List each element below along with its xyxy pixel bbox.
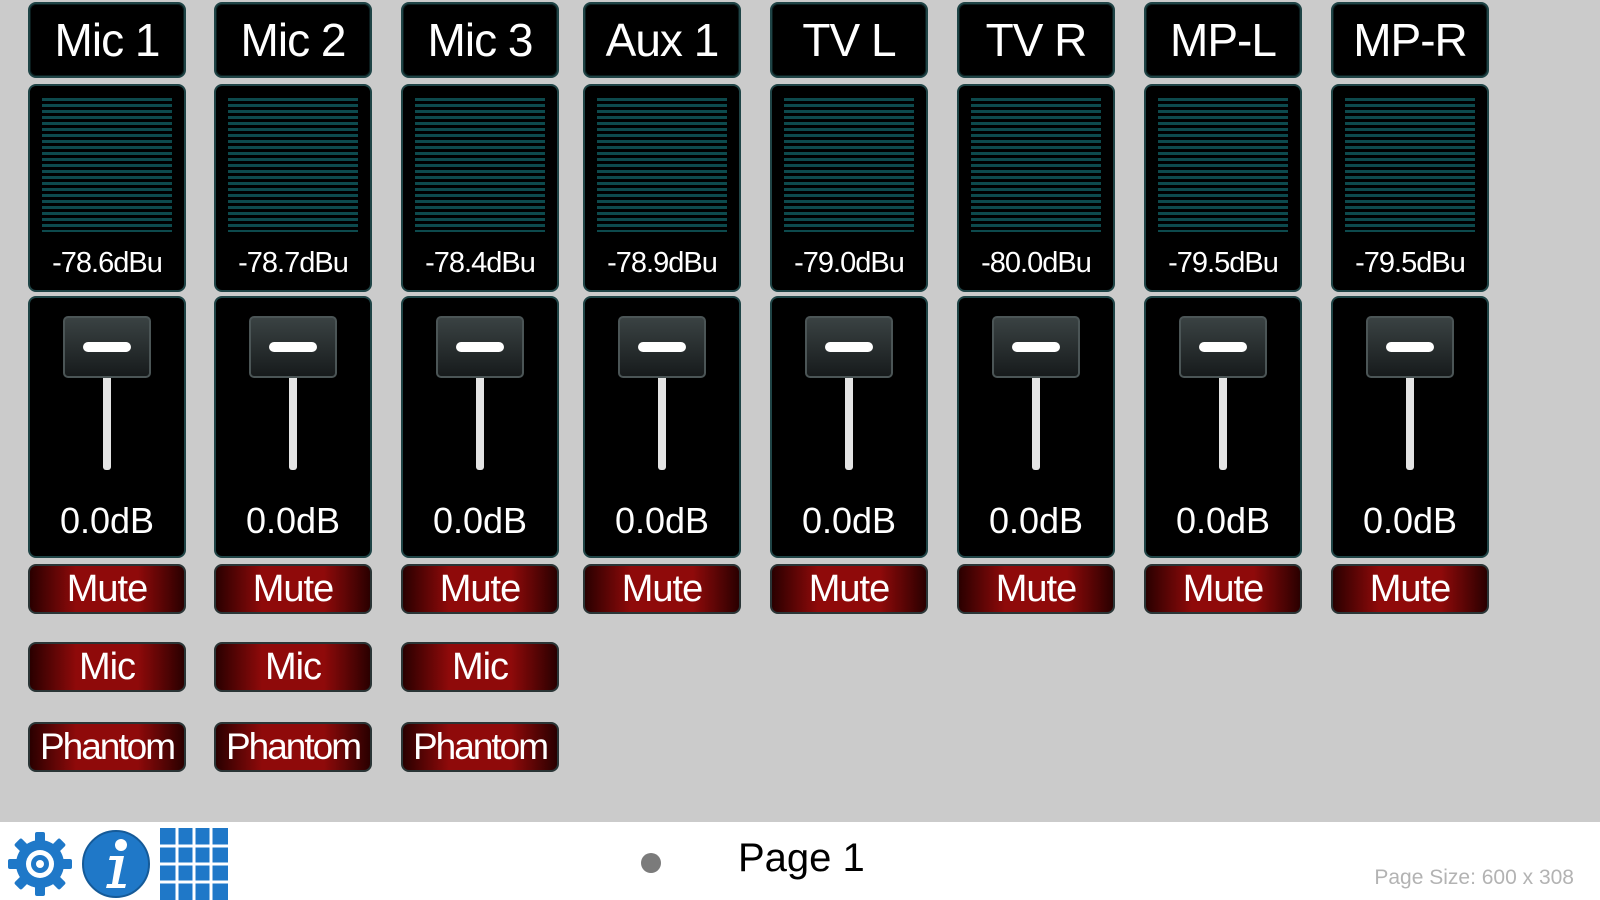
fader-knob[interactable]	[805, 316, 893, 378]
gain-value: 0.0dB	[614, 500, 710, 541]
gain-value: 0.0dB	[988, 500, 1084, 541]
fader-knob[interactable]	[1366, 316, 1454, 378]
gain-fader: 0.0dB	[1331, 296, 1489, 558]
fader-track[interactable]	[476, 368, 484, 470]
meter-bars	[1345, 98, 1475, 232]
mute-button[interactable]: Mute	[1331, 564, 1489, 614]
meter-value: -79.0dBu	[794, 247, 905, 279]
meter-bars	[228, 98, 358, 232]
mute-button[interactable]: Mute	[214, 564, 372, 614]
gain-value: 0.0dB	[1362, 500, 1458, 541]
channel-name: TV L	[770, 2, 928, 78]
meter-bars	[42, 98, 172, 232]
phantom-button[interactable]: Phantom	[401, 722, 559, 772]
meter-value: -79.5dBu	[1168, 247, 1279, 279]
fader-knob[interactable]	[249, 316, 337, 378]
channel-name: MP-R	[1331, 2, 1489, 78]
mixer-panel: Mic 1 -78.6dBu 0.0dB Mute Mic Phantom Mi…	[0, 0, 1600, 822]
meter-bars	[784, 98, 914, 232]
gain-fader: 0.0dB	[214, 296, 372, 558]
level-meter: -78.6dBu	[28, 84, 186, 292]
fader-knob[interactable]	[618, 316, 706, 378]
gain-fader: 0.0dB	[28, 296, 186, 558]
gain-value: 0.0dB	[801, 500, 897, 541]
mic-button[interactable]: Mic	[401, 642, 559, 692]
level-meter: -78.4dBu	[401, 84, 559, 292]
fader-track[interactable]	[1406, 368, 1414, 470]
meter-value: -78.4dBu	[425, 247, 536, 279]
meter-value: -78.9dBu	[607, 247, 718, 279]
fader-knob[interactable]	[436, 316, 524, 378]
meter-value: -78.7dBu	[238, 247, 349, 279]
gain-value: 0.0dB	[1175, 500, 1271, 541]
page-size-label: Page Size: 600 x 308	[1374, 866, 1574, 889]
gain-fader: 0.0dB	[957, 296, 1115, 558]
meter-value: -79.5dBu	[1355, 247, 1466, 279]
phantom-button[interactable]: Phantom	[214, 722, 372, 772]
page-indicator-dot[interactable]	[641, 853, 661, 873]
fader-track[interactable]	[289, 368, 297, 470]
mute-button[interactable]: Mute	[401, 564, 559, 614]
gear-icon[interactable]	[4, 828, 76, 900]
fader-knob[interactable]	[1179, 316, 1267, 378]
gain-fader: 0.0dB	[1144, 296, 1302, 558]
meter-bars	[971, 98, 1101, 232]
meter-bars	[597, 98, 727, 232]
level-meter: -79.5dBu	[1144, 84, 1302, 292]
footer-bar: Page 1 Page Size: 600 x 308	[0, 822, 1600, 900]
channel-name: Aux 1	[583, 2, 741, 78]
gain-fader: 0.0dB	[770, 296, 928, 558]
page-label: Page 1	[738, 836, 865, 880]
mic-button[interactable]: Mic	[214, 642, 372, 692]
fader-track[interactable]	[1219, 368, 1227, 470]
level-meter: -78.7dBu	[214, 84, 372, 292]
mute-button[interactable]: Mute	[583, 564, 741, 614]
level-meter: -80.0dBu	[957, 84, 1115, 292]
meter-value: -80.0dBu	[981, 247, 1092, 279]
mute-button[interactable]: Mute	[28, 564, 186, 614]
fader-knob[interactable]	[992, 316, 1080, 378]
fader-knob[interactable]	[63, 316, 151, 378]
info-icon[interactable]	[80, 828, 152, 900]
gain-fader: 0.0dB	[583, 296, 741, 558]
gain-value: 0.0dB	[245, 500, 341, 541]
channel-name: TV R	[957, 2, 1115, 78]
channel-name: Mic 1	[28, 2, 186, 78]
mic-button[interactable]: Mic	[28, 642, 186, 692]
channel-name: Mic 3	[401, 2, 559, 78]
grid-icon[interactable]	[160, 828, 228, 900]
fader-track[interactable]	[845, 368, 853, 470]
app-window: Mic 1 -78.6dBu 0.0dB Mute Mic Phantom Mi…	[0, 0, 1600, 900]
level-meter: -78.9dBu	[583, 84, 741, 292]
mute-button[interactable]: Mute	[770, 564, 928, 614]
gain-value: 0.0dB	[432, 500, 528, 541]
gain-fader: 0.0dB	[401, 296, 559, 558]
level-meter: -79.5dBu	[1331, 84, 1489, 292]
fader-track[interactable]	[658, 368, 666, 470]
fader-track[interactable]	[103, 368, 111, 470]
fader-track[interactable]	[1032, 368, 1040, 470]
gain-value: 0.0dB	[59, 500, 155, 541]
phantom-button[interactable]: Phantom	[28, 722, 186, 772]
mute-button[interactable]: Mute	[1144, 564, 1302, 614]
meter-value: -78.6dBu	[52, 247, 163, 279]
meter-bars	[1158, 98, 1288, 232]
channel-name: MP-L	[1144, 2, 1302, 78]
mute-button[interactable]: Mute	[957, 564, 1115, 614]
level-meter: -79.0dBu	[770, 84, 928, 292]
channel-name: Mic 2	[214, 2, 372, 78]
meter-bars	[415, 98, 545, 232]
